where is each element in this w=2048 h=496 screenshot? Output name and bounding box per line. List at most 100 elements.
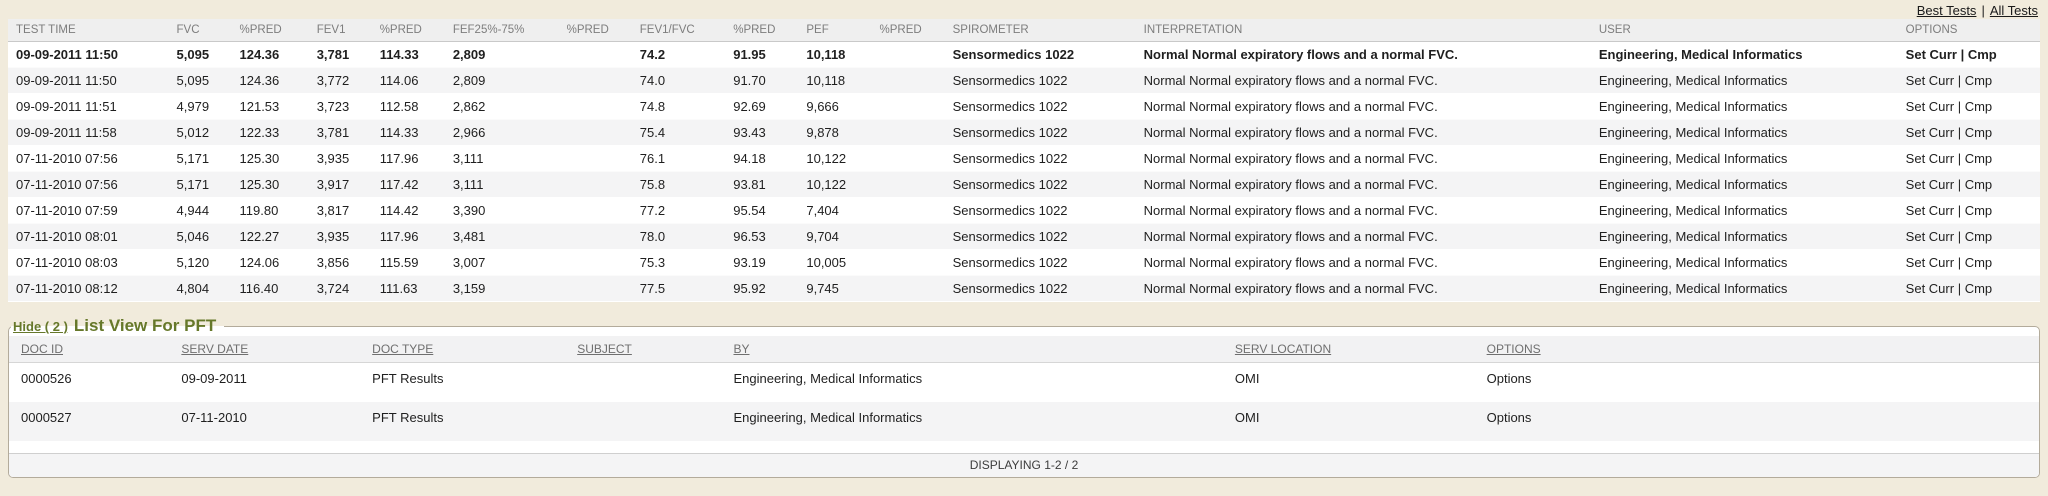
cell-user: Engineering, Medical Informatics: [1591, 42, 1898, 68]
cell-fev1-fvc: 77.5: [632, 276, 725, 302]
cell-fev1: 3,781: [309, 42, 372, 68]
cell-options: Set Curr | Cmp: [1898, 94, 2040, 120]
cell-pef: 10,122: [798, 172, 871, 198]
cmp-link[interactable]: Cmp: [1965, 255, 1992, 270]
cell-test-time: 09-09-2011 11:50: [8, 68, 169, 94]
cell-doc-id: 0000526: [9, 363, 169, 403]
pft-row: 07-11-2010 08:035,120124.063,856115.593,…: [8, 250, 2040, 276]
cell-fvc-pred: 125.30: [232, 172, 309, 198]
pft-row: 09-09-2011 11:505,095124.363,781114.332,…: [8, 42, 2040, 68]
cell-fef25-75: 3,481: [445, 224, 559, 250]
cell-pef-pred: [872, 68, 945, 94]
cell-serv-date: 09-09-2011: [169, 363, 360, 403]
cell-pef-pred: [872, 120, 945, 146]
cmp-link[interactable]: Cmp: [1965, 229, 1992, 244]
cell-pef-pred: [872, 42, 945, 68]
list-view-title: List View For PFT: [74, 316, 216, 335]
hide-link[interactable]: Hide ( 2 ): [13, 319, 68, 334]
cell-fev1-fvc: 74.0: [632, 68, 725, 94]
cell-fef25-75: 2,862: [445, 94, 559, 120]
set-curr-link[interactable]: Set Curr: [1906, 99, 1954, 114]
set-curr-link[interactable]: Set Curr: [1906, 203, 1954, 218]
list-row: 000052707-11-2010PFT ResultsEngineering,…: [9, 402, 2039, 441]
cmp-link[interactable]: Cmp: [1965, 177, 1992, 192]
set-curr-link[interactable]: Set Curr: [1906, 125, 1954, 140]
cmp-link[interactable]: Cmp: [1968, 47, 1997, 62]
cell-spirometer: Sensormedics 1022: [945, 172, 1136, 198]
column-header-serv-date[interactable]: SERV DATE: [169, 336, 360, 363]
cell-spirometer: Sensormedics 1022: [945, 198, 1136, 224]
cell-fef-pred: [559, 250, 632, 276]
cell-fev1-pred: 117.42: [372, 172, 445, 198]
cell-ratio-pred: 95.54: [725, 198, 798, 224]
options-separator: |: [1954, 255, 1965, 270]
all-tests-link[interactable]: All Tests: [1990, 3, 2038, 18]
cmp-link[interactable]: Cmp: [1965, 73, 1992, 88]
cell-user: Engineering, Medical Informatics: [1591, 172, 1898, 198]
cmp-link[interactable]: Cmp: [1965, 281, 1992, 296]
column-header-by[interactable]: BY: [721, 336, 1222, 363]
pft-row: 07-11-2010 07:594,944119.803,817114.423,…: [8, 198, 2040, 224]
column-header-spirometer: SPIROMETER: [945, 19, 1136, 42]
cell-fvc-pred: 125.30: [232, 146, 309, 172]
options-link[interactable]: Options: [1487, 410, 1532, 425]
set-curr-link[interactable]: Set Curr: [1906, 47, 1957, 62]
column-header--pred: %PRED: [872, 19, 945, 42]
column-header-options[interactable]: OPTIONS: [1475, 336, 2039, 363]
best-tests-link[interactable]: Best Tests: [1917, 3, 1977, 18]
column-header--pred: %PRED: [372, 19, 445, 42]
cell-fev1-pred: 114.42: [372, 198, 445, 224]
cell-options: Set Curr | Cmp: [1898, 42, 2040, 68]
cmp-link[interactable]: Cmp: [1965, 151, 1992, 166]
cell-pef-pred: [872, 172, 945, 198]
cell-fef-pred: [559, 276, 632, 302]
cell-fef25-75: 3,159: [445, 276, 559, 302]
cell-fev1-fvc: 76.1: [632, 146, 725, 172]
cmp-link[interactable]: Cmp: [1965, 125, 1992, 140]
cell-ratio-pred: 95.92: [725, 276, 798, 302]
cell-fev1: 3,917: [309, 172, 372, 198]
pft-row: 09-09-2011 11:585,012122.333,781114.332,…: [8, 120, 2040, 146]
cell-user: Engineering, Medical Informatics: [1591, 198, 1898, 224]
cell-doc-id: 0000527: [9, 402, 169, 441]
set-curr-link[interactable]: Set Curr: [1906, 229, 1954, 244]
cell-fev1: 3,856: [309, 250, 372, 276]
cell-fvc-pred: 119.80: [232, 198, 309, 224]
set-curr-link[interactable]: Set Curr: [1906, 73, 1954, 88]
set-curr-link[interactable]: Set Curr: [1906, 177, 1954, 192]
column-header-serv-location[interactable]: SERV LOCATION: [1223, 336, 1475, 363]
cell-fef-pred: [559, 198, 632, 224]
cell-fev1-fvc: 75.4: [632, 120, 725, 146]
cell-fvc: 5,095: [169, 68, 232, 94]
cmp-link[interactable]: Cmp: [1965, 203, 1992, 218]
cell-fvc-pred: 122.33: [232, 120, 309, 146]
cell-interpretation: Normal Normal expiratory flows and a nor…: [1136, 42, 1591, 68]
cell-pef: 10,005: [798, 250, 871, 276]
pft-row: 09-09-2011 11:505,095124.363,772114.062,…: [8, 68, 2040, 94]
cell-interpretation: Normal Normal expiratory flows and a nor…: [1136, 276, 1591, 302]
cell-subject: [565, 402, 721, 441]
cell-spirometer: Sensormedics 1022: [945, 146, 1136, 172]
cell-fef-pred: [559, 94, 632, 120]
cell-fef25-75: 3,007: [445, 250, 559, 276]
column-header-fev1: FEV1: [309, 19, 372, 42]
set-curr-link[interactable]: Set Curr: [1906, 255, 1954, 270]
cell-spirometer: Sensormedics 1022: [945, 250, 1136, 276]
cmp-link[interactable]: Cmp: [1965, 99, 1992, 114]
cell-serv-location: OMI: [1223, 363, 1475, 403]
cell-fev1: 3,817: [309, 198, 372, 224]
set-curr-link[interactable]: Set Curr: [1906, 151, 1954, 166]
cell-test-time: 09-09-2011 11:58: [8, 120, 169, 146]
cell-spirometer: Sensormedics 1022: [945, 94, 1136, 120]
options-link[interactable]: Options: [1487, 371, 1532, 386]
cell-fev1-fvc: 74.2: [632, 42, 725, 68]
column-header-subject[interactable]: SUBJECT: [565, 336, 721, 363]
cell-fvc: 5,171: [169, 172, 232, 198]
column-header-doc-type[interactable]: DOC TYPE: [360, 336, 565, 363]
set-curr-link[interactable]: Set Curr: [1906, 281, 1954, 296]
cell-spirometer: Sensormedics 1022: [945, 120, 1136, 146]
cell-spirometer: Sensormedics 1022: [945, 68, 1136, 94]
column-header-doc-id[interactable]: DOC ID: [9, 336, 169, 363]
cell-ratio-pred: 93.43: [725, 120, 798, 146]
cell-fvc: 5,046: [169, 224, 232, 250]
